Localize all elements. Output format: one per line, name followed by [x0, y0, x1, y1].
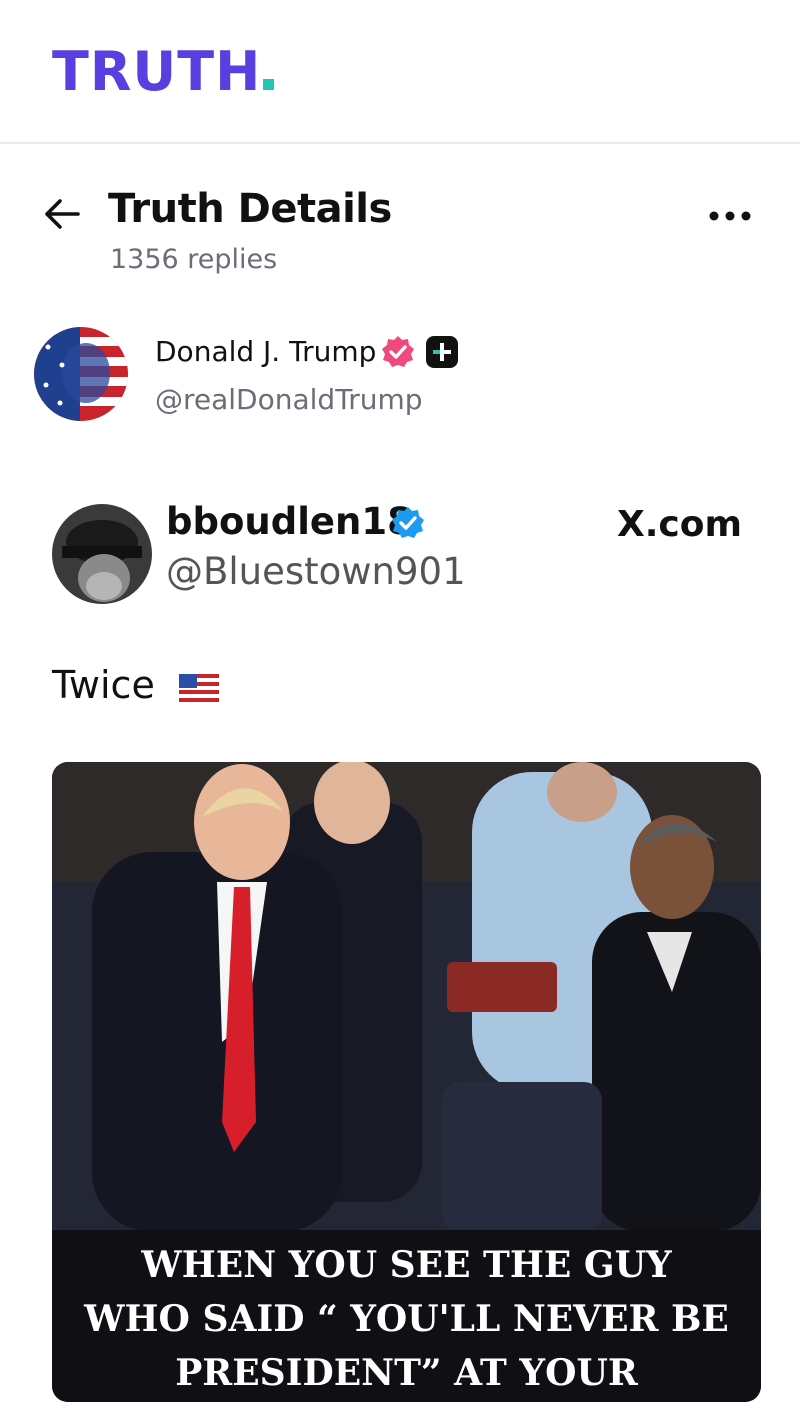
embedded-post-header: bboudlen18 @Bluestown901 X.com — [0, 500, 800, 610]
truth-logo[interactable]: TRUTH — [52, 40, 275, 103]
inauguration-photo — [52, 762, 761, 1232]
source-label: X.com — [616, 504, 742, 545]
page-title: Truth Details — [108, 186, 392, 232]
back-arrow-icon[interactable] — [40, 192, 84, 236]
truth-plus-icon — [426, 336, 458, 368]
embedded-handle: @Bluestown901 — [166, 550, 466, 593]
embedded-avatar — [52, 504, 152, 604]
author-row[interactable]: Donald J. Trump @realDonaldTrump — [0, 325, 800, 435]
embedded-name: bboudlen18 — [166, 500, 413, 543]
author-avatar[interactable] — [34, 327, 128, 421]
verified-badge-icon — [392, 507, 424, 538]
post-text-content: Twice — [52, 663, 155, 707]
us-flag-icon — [178, 673, 219, 702]
post-image[interactable]: WHEN YOU SEE THE GUY WHO SAID “ YOU'LL N… — [52, 762, 761, 1402]
author-handle[interactable]: @realDonaldTrump — [155, 383, 423, 416]
title-bar: Truth Details 1356 replies — [0, 182, 800, 292]
logo-dot — [263, 79, 275, 90]
app-header: TRUTH — [0, 0, 800, 144]
post-text: Twice — [52, 663, 219, 707]
image-caption: WHEN YOU SEE THE GUY WHO SAID “ YOU'LL N… — [52, 1230, 761, 1402]
caption-line-1: WHEN YOU SEE THE GUY — [141, 1244, 672, 1286]
caption-line-3: PRESIDENT” AT YOUR — [175, 1352, 638, 1394]
author-name[interactable]: Donald J. Trump — [155, 335, 376, 368]
logo-text: TRUTH — [52, 40, 262, 103]
more-icon[interactable] — [702, 202, 758, 230]
caption-line-2: WHO SAID “ YOU'LL NEVER BE — [84, 1298, 729, 1340]
verified-badge-icon — [382, 336, 414, 367]
reply-count: 1356 replies — [110, 244, 278, 275]
